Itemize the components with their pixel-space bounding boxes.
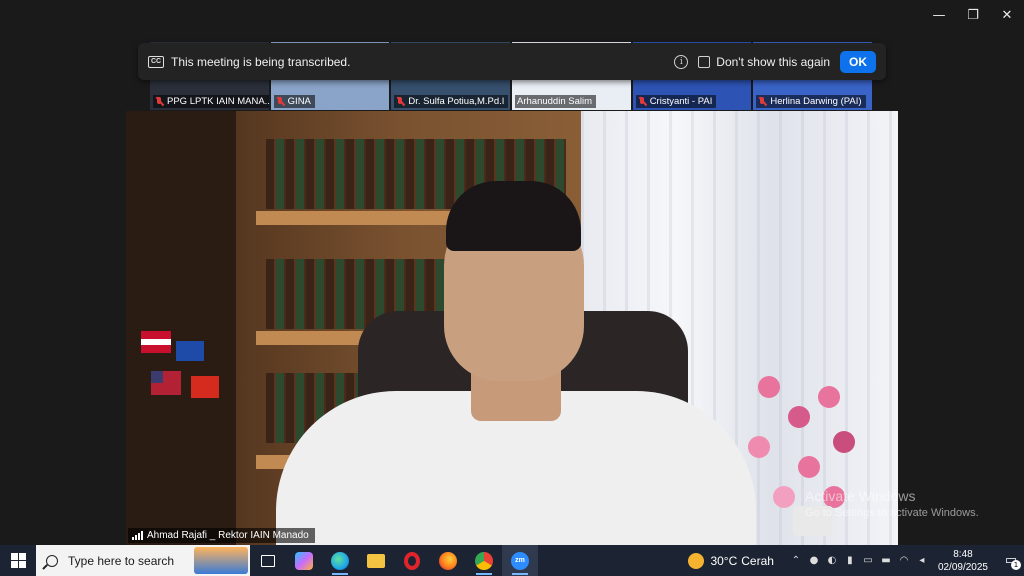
windows-logo-icon <box>10 553 26 568</box>
watermark-subtitle: Go to Settings to activate Windows. <box>805 507 979 519</box>
taskbar: Type here to search zm 30°C Cerah ⌃ ● ◐ … <box>0 545 1024 576</box>
participant-label: GINA <box>273 95 315 108</box>
search-icon <box>46 554 58 567</box>
restore-button[interactable]: ❐ <box>956 0 990 30</box>
closed-caption-icon: CC <box>148 55 164 68</box>
screen: — ❐ ✕ PPG LPTK IAIN MANA... GINA Dr. Sul… <box>0 0 1024 576</box>
speaker-name-label: Ahmad Rajafi _ Rektor IAIN Manado <box>128 528 315 543</box>
file-explorer-button[interactable] <box>358 545 394 576</box>
participant-name: PPG LPTK IAIN MANA... <box>167 96 269 107</box>
banner-message: This meeting is being transcribed. <box>171 54 351 69</box>
mic-muted-icon <box>396 97 405 106</box>
mic-muted-icon <box>758 97 767 106</box>
opera-button[interactable] <box>394 545 430 576</box>
signal-strength-icon <box>132 531 143 540</box>
participant-label: Dr. Sulfa Potiua,M.Pd.I <box>394 95 509 108</box>
participant-name: Herlina Darwing (PAI) <box>770 96 862 107</box>
copilot-button[interactable] <box>286 545 322 576</box>
app-tray-icon[interactable]: ◐ <box>824 545 840 576</box>
display-icon[interactable]: ▭ <box>860 545 876 576</box>
mic-muted-icon <box>276 97 285 106</box>
window-controls: — ❐ ✕ <box>922 0 1024 32</box>
ok-button[interactable]: OK <box>840 50 876 73</box>
close-button[interactable]: ✕ <box>990 0 1024 30</box>
participant-label: PPG LPTK IAIN MANA... <box>153 95 269 108</box>
info-icon[interactable]: i <box>674 54 689 69</box>
mic-muted-icon <box>155 97 164 106</box>
edge-button[interactable] <box>322 545 358 576</box>
main-video[interactable]: Ahmad Rajafi _ Rektor IAIN Manado <box>126 111 898 545</box>
chevron-up-icon[interactable]: ⌃ <box>788 545 804 576</box>
activate-windows-watermark: Activate Windows Go to Settings to activ… <box>805 488 979 522</box>
system-tray: 30°C Cerah ⌃ ● ◐ ▮ ▭ ▬ ◠ ◂ 8:48 02/09/20… <box>688 545 1024 576</box>
participant-name: GINA <box>287 96 311 107</box>
app-tray-icon[interactable]: ● <box>806 545 822 576</box>
speaker-cap <box>446 181 581 251</box>
microphone-icon[interactable]: ▮ <box>842 545 858 576</box>
search-placeholder: Type here to search <box>68 553 175 568</box>
zoom-icon: zm <box>511 551 529 570</box>
transcription-banner: CC This meeting is being transcribed. i … <box>138 43 886 80</box>
search-highlight-image <box>194 547 248 574</box>
firefox-icon <box>439 551 457 570</box>
task-view-icon <box>261 554 275 567</box>
weather-sun-icon[interactable] <box>688 552 705 569</box>
minimize-button[interactable]: — <box>922 0 956 30</box>
participant-name: Cristyanti - PAI <box>649 96 713 107</box>
chrome-icon <box>475 551 493 570</box>
participant-label: Herlina Darwing (PAI) <box>756 95 866 108</box>
weather-temp[interactable]: 30°C <box>710 554 737 568</box>
wifi-icon[interactable]: ◠ <box>896 545 912 576</box>
task-view-button[interactable] <box>250 545 286 576</box>
speaker-name: Ahmad Rajafi _ Rektor IAIN Manado <box>147 530 309 541</box>
taskbar-search[interactable]: Type here to search <box>36 545 250 576</box>
zoom-button[interactable]: zm <box>502 545 538 576</box>
opera-icon <box>404 551 420 570</box>
clock[interactable]: 8:48 02/09/2025 <box>938 548 988 574</box>
clock-date: 02/09/2025 <box>937 561 988 573</box>
weather-condition[interactable]: Cerah <box>741 554 774 568</box>
firefox-button[interactable] <box>430 545 466 576</box>
volume-icon[interactable]: ◂ <box>914 545 930 576</box>
notifications-button[interactable]: ▭ 1 <box>998 545 1024 576</box>
mic-muted-icon <box>638 97 647 106</box>
copilot-icon <box>295 551 313 570</box>
edge-icon <box>331 551 349 570</box>
clock-time: 8:48 <box>953 548 973 560</box>
participant-label: Arhanuddin Salim <box>515 95 597 108</box>
flags-decoration <box>136 321 226 421</box>
chrome-button[interactable] <box>466 545 502 576</box>
participant-name: Dr. Sulfa Potiua,M.Pd.I <box>408 96 505 107</box>
start-button[interactable] <box>0 545 36 576</box>
dont-show-checkbox[interactable] <box>698 55 711 68</box>
watermark-title: Activate Windows <box>805 488 916 504</box>
notification-badge: 1 <box>1011 560 1021 570</box>
participant-label: Cristyanti - PAI <box>635 95 717 108</box>
dont-show-label[interactable]: Don't show this again <box>716 55 830 69</box>
battery-icon[interactable]: ▬ <box>878 545 894 576</box>
folder-icon <box>367 553 385 568</box>
participant-name: Arhanuddin Salim <box>517 96 593 107</box>
